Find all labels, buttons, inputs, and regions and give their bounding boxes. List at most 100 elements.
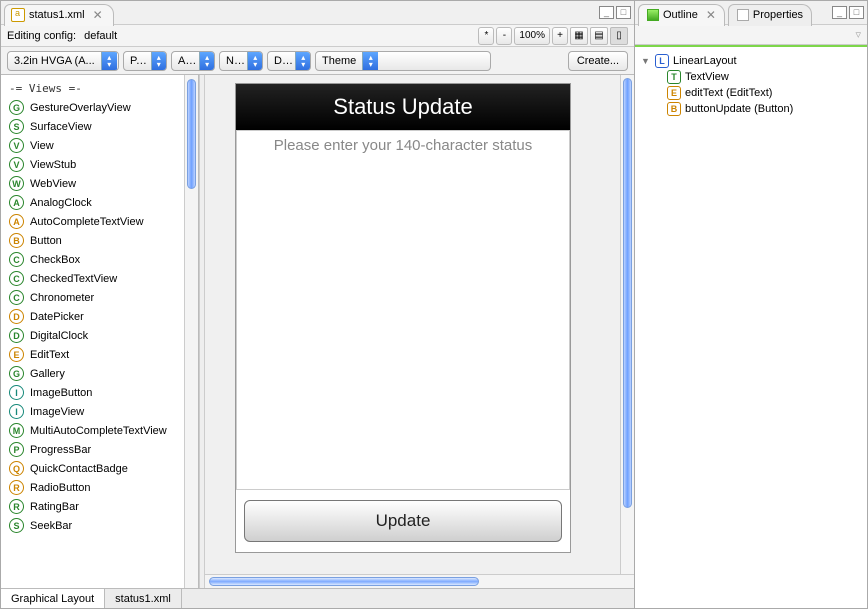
palette-item[interactable]: D DatePicker xyxy=(1,307,184,326)
palette-item[interactable]: P ProgressBar xyxy=(1,440,184,459)
density-select[interactable]: D... xyxy=(267,51,311,71)
outline-tree[interactable]: ▼ L LinearLayout T TextView E editText (… xyxy=(635,45,867,608)
night-select-label: N... xyxy=(220,55,247,67)
device-preview[interactable]: Status Update Please enter your 140-char… xyxy=(235,83,571,553)
palette-badge-icon: C xyxy=(9,252,24,267)
tree-node-edittext[interactable]: E editText (EditText) xyxy=(667,85,861,101)
tab-source[interactable]: status1.xml xyxy=(105,589,182,608)
palette-item[interactable]: GGestureOverlayView xyxy=(1,98,184,117)
any-config-button[interactable]: * xyxy=(478,27,494,45)
canvas-v-scrollbar[interactable] xyxy=(620,75,634,574)
palette-item-label: ImageView xyxy=(30,406,84,418)
palette-item[interactable]: MMultiAutoCompleteTextView xyxy=(1,421,184,440)
palette-item[interactable]: SSeekBar xyxy=(1,516,184,535)
palette-item[interactable]: CCheckedTextView xyxy=(1,269,184,288)
preview-textview[interactable]: Status Update xyxy=(236,84,570,130)
theme-select[interactable]: Theme xyxy=(315,51,491,71)
view-menu-icon[interactable]: ▿ xyxy=(855,28,861,41)
outline-window-controls: _ □ xyxy=(832,6,867,19)
palette-item[interactable]: CChronometer xyxy=(1,288,184,307)
palette-item[interactable]: AAnalogClock xyxy=(1,193,184,212)
palette-badge-icon: P xyxy=(9,442,24,457)
palette-item-label: ProgressBar xyxy=(30,444,91,456)
palette-badge-icon: G xyxy=(9,366,24,381)
editor-window-controls: _ □ xyxy=(599,6,634,19)
explode-icon[interactable]: ▤ xyxy=(590,27,608,45)
tree-label: editText (EditText) xyxy=(685,87,772,99)
outline-tab[interactable]: Outline ✕ xyxy=(638,4,725,26)
textview-badge-icon: T xyxy=(667,70,681,84)
palette-badge-icon: Q xyxy=(9,461,24,476)
palette-item[interactable]: CCheckBox xyxy=(1,250,184,269)
clipping-icon[interactable]: ▦ xyxy=(570,27,588,45)
tree-label: LinearLayout xyxy=(673,55,737,67)
canvas-v-thumb[interactable] xyxy=(623,78,632,508)
palette-item-label: DigitalClock xyxy=(30,330,88,342)
minimize-icon[interactable]: _ xyxy=(599,6,614,19)
palette-item[interactable]: GGallery xyxy=(1,364,184,383)
tree-node-linearlayout[interactable]: ▼ L LinearLayout xyxy=(641,53,861,69)
outline-pane: Outline ✕ Properties _ □ ▿ ▼ L LinearLay… xyxy=(635,1,867,608)
palette-item[interactable]: WWebView xyxy=(1,174,184,193)
palette-item-label: EditText xyxy=(30,349,69,361)
palette-scroll-thumb[interactable] xyxy=(187,79,196,189)
tree-node-button[interactable]: B buttonUpdate (Button) xyxy=(667,101,861,117)
palette-item[interactable]: VViewStub xyxy=(1,155,184,174)
palette-item[interactable]: AAutoCompleteTextView xyxy=(1,212,184,231)
palette-item[interactable]: DDigitalClock xyxy=(1,326,184,345)
config-right-tools: * - 100% + ▦ ▤ ▯ xyxy=(478,27,628,45)
palette-item[interactable]: IImageView xyxy=(1,402,184,421)
palette-item-label: MultiAutoCompleteTextView xyxy=(30,425,167,437)
palette-panel: -= Views =-GGestureOverlayViewSSurfaceVi… xyxy=(1,75,199,588)
create-button[interactable]: Create... xyxy=(568,51,628,71)
orientation-select[interactable]: P... xyxy=(123,51,167,71)
palette-badge-icon: G xyxy=(9,100,24,115)
tree-node-textview[interactable]: T TextView xyxy=(667,69,861,85)
close-icon[interactable]: ✕ xyxy=(93,8,103,22)
palette-item-label: DatePicker xyxy=(30,311,84,323)
palette-item[interactable]: SSurfaceView xyxy=(1,117,184,136)
night-select[interactable]: N... xyxy=(219,51,263,71)
palette-item[interactable]: Q QuickContactBadge xyxy=(1,459,184,478)
outline-mode-icon[interactable]: ▯ xyxy=(610,27,628,45)
config-value: default xyxy=(84,30,117,42)
palette-item[interactable]: EEditText xyxy=(1,345,184,364)
zoom-in-button[interactable]: + xyxy=(552,27,568,45)
canvas-area[interactable]: Status Update Please enter your 140-char… xyxy=(205,75,634,574)
outline-toolbar: ▿ xyxy=(635,25,867,45)
zoom-out-button[interactable]: - xyxy=(496,27,512,45)
palette-badge-icon: R xyxy=(9,480,24,495)
palette-badge-icon: A xyxy=(9,195,24,210)
editor-tab[interactable]: status1.xml ✕ xyxy=(4,4,114,26)
palette-item[interactable]: VView xyxy=(1,136,184,155)
palette-item-label: QuickContactBadge xyxy=(30,463,128,475)
palette-item[interactable]: BButton xyxy=(1,231,184,250)
maximize-icon[interactable]: □ xyxy=(616,6,631,19)
disclosure-icon[interactable]: ▼ xyxy=(641,56,651,66)
palette-item-label: ViewStub xyxy=(30,159,76,171)
tab-graphical-layout[interactable]: Graphical Layout xyxy=(1,589,105,608)
minimize-icon[interactable]: _ xyxy=(832,6,847,19)
preview-edittext[interactable]: Please enter your 140-character status xyxy=(236,130,570,490)
palette-item-label: RadioButton xyxy=(30,482,91,494)
close-icon[interactable]: ✕ xyxy=(706,8,716,22)
palette-item[interactable]: R RadioButton xyxy=(1,478,184,497)
preview-button[interactable]: Update xyxy=(244,500,562,542)
palette-item[interactable]: IImageButton xyxy=(1,383,184,402)
maximize-icon[interactable]: □ xyxy=(849,6,864,19)
palette-list[interactable]: -= Views =-GGestureOverlayViewSSurfaceVi… xyxy=(1,75,184,588)
palette-scrollbar[interactable] xyxy=(184,75,198,588)
device-select[interactable]: 3.2in HVGA (A... xyxy=(7,51,119,71)
properties-tab[interactable]: Properties xyxy=(728,4,812,26)
palette-badge-icon: D xyxy=(9,309,24,324)
zoom-value[interactable]: 100% xyxy=(514,27,550,45)
palette-item-label: ImageButton xyxy=(30,387,92,399)
dock-select[interactable]: A... xyxy=(171,51,215,71)
palette-item[interactable]: RRatingBar xyxy=(1,497,184,516)
palette-item-label: SurfaceView xyxy=(30,121,92,133)
outline-tab-row: Outline ✕ Properties _ □ xyxy=(635,1,867,25)
canvas-h-thumb[interactable] xyxy=(209,577,479,586)
palette-item-label: AutoCompleteTextView xyxy=(30,216,144,228)
canvas-h-scrollbar[interactable] xyxy=(205,574,634,588)
device-select-label: 3.2in HVGA (A... xyxy=(8,55,101,67)
